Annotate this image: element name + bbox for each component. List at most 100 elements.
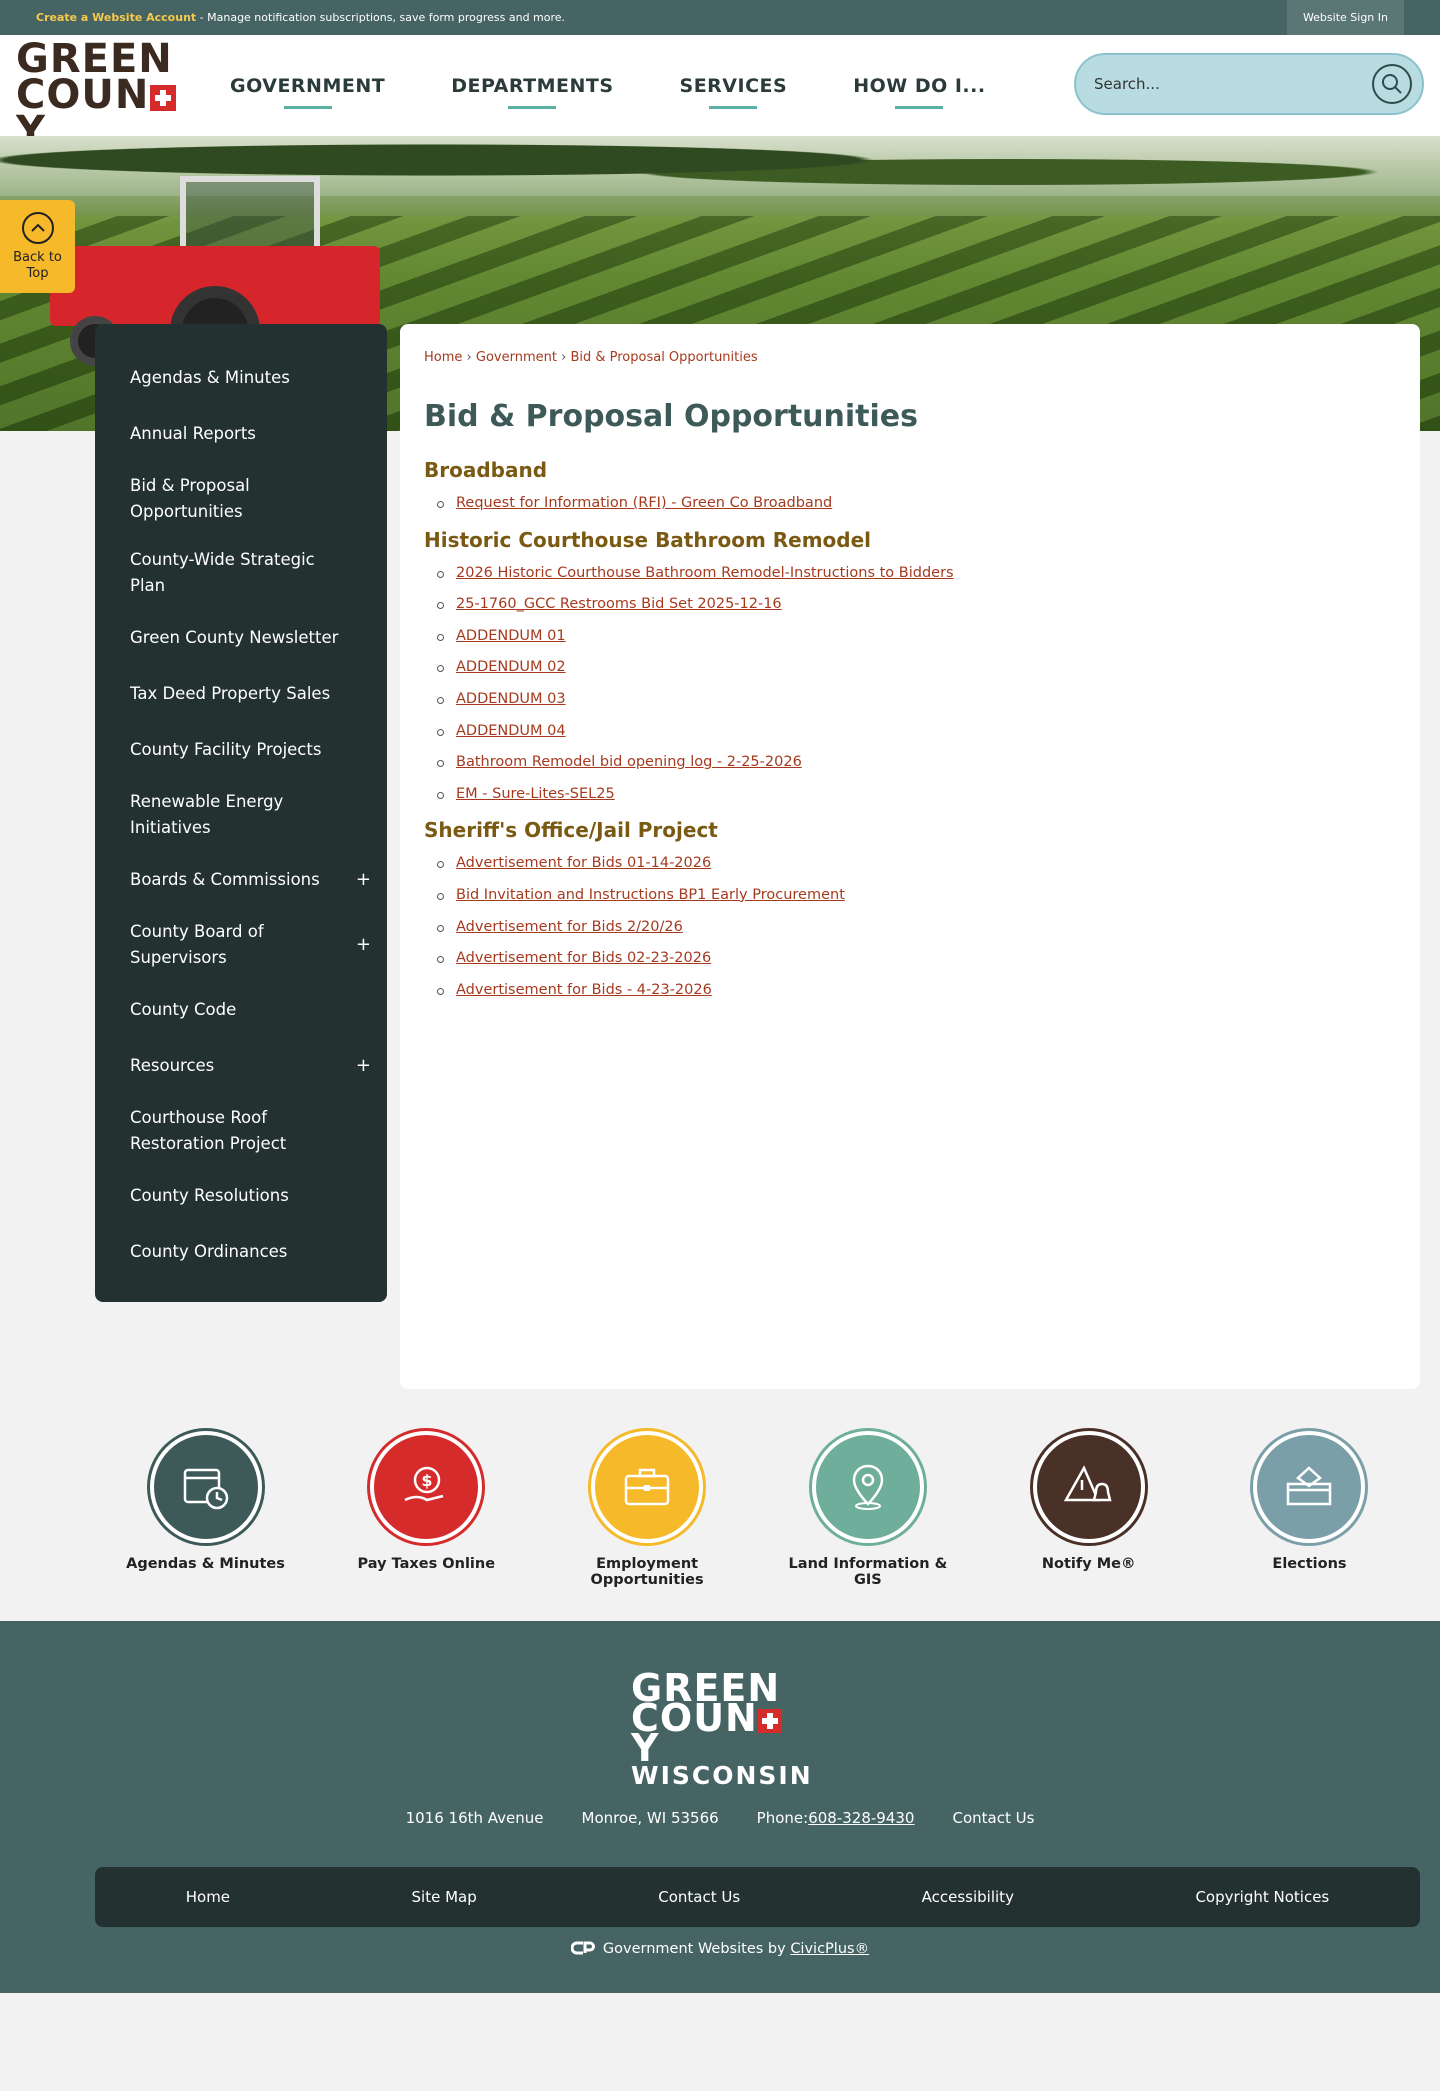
sidebar-item-label: County Ordinances — [130, 1242, 288, 1261]
search-input[interactable] — [1094, 75, 1364, 93]
breadcrumb-government[interactable]: Government — [476, 350, 557, 365]
footer-link-contact-us[interactable]: Contact Us — [658, 1888, 740, 1906]
breadcrumb-separator: › — [561, 350, 567, 365]
county-logo[interactable]: GREEN COUNY WISCONSIN — [16, 39, 202, 175]
quick-link-elections[interactable]: Elections — [1219, 1431, 1400, 1588]
sidebar-item-ordinances[interactable]: County Ordinances — [95, 1224, 387, 1280]
document-link[interactable]: ADDENDUM 02 — [437, 652, 1396, 684]
document-link[interactable]: Advertisement for Bids 01-14-2026 — [437, 848, 1396, 880]
nav-departments[interactable]: DEPARTMENTS — [451, 75, 613, 97]
sidebar-item-resources[interactable]: Resources + — [95, 1038, 387, 1094]
document-link[interactable]: ADDENDUM 01 — [437, 621, 1396, 653]
sidebar-item-annual-reports[interactable]: Annual Reports — [95, 406, 387, 462]
sidebar-item-renewable-energy[interactable]: Renewable Energy Initiatives — [95, 778, 387, 852]
account-message: Create a Website Account - Manage notifi… — [36, 11, 565, 24]
svg-text:$: $ — [422, 1471, 433, 1490]
sidebar-item-label: County-Wide Strategic Plan — [130, 550, 315, 595]
quick-link-label: Agendas & Minutes — [126, 1556, 285, 1572]
sidebar-item-tax-deed[interactable]: Tax Deed Property Sales — [95, 666, 387, 722]
sidebar-item-strategic-plan[interactable]: County-Wide Strategic Plan — [95, 536, 387, 610]
sidebar-item-roof-restoration[interactable]: Courthouse Roof Restoration Project — [95, 1094, 387, 1168]
breadcrumb-separator: › — [466, 350, 472, 365]
document-link[interactable]: Bathroom Remodel bid opening log - 2-25-… — [437, 747, 1396, 779]
top-bar: Create a Website Account - Manage notifi… — [0, 0, 1440, 35]
website-sign-in-button[interactable]: Website Sign In — [1286, 0, 1404, 35]
footer-phone-label: Phone: — [756, 1809, 809, 1827]
quick-link-notify-me[interactable]: Notify Me® — [998, 1431, 1179, 1588]
sidebar-item-label: County Board of Supervisors — [130, 922, 264, 967]
breadcrumb-current[interactable]: Bid & Proposal Opportunities — [570, 350, 757, 365]
civicplus-link[interactable]: CivicPlus® — [790, 1941, 869, 1957]
nav-how-do-i[interactable]: HOW DO I... — [853, 75, 985, 97]
section-sheriffs-office: Sheriff's Office/Jail Project Advertisem… — [424, 818, 1396, 1006]
quick-links: Agendas & Minutes $ Pay Taxes Online Emp… — [95, 1431, 1420, 1588]
footer-logo-line-3: WISCONSIN — [631, 1761, 813, 1790]
footer-phone-link[interactable]: 608-328-9430 — [808, 1809, 914, 1827]
quick-link-label: Employment Opportunities — [590, 1556, 704, 1588]
site-header: GREEN COUNY WISCONSIN GOVERNMENT DEPARTM… — [0, 35, 1440, 175]
document-link[interactable]: ADDENDUM 03 — [437, 684, 1396, 716]
document-link[interactable]: Bid Invitation and Instructions BP1 Earl… — [437, 880, 1396, 912]
search-icon — [1382, 74, 1402, 94]
document-link[interactable]: EM - Sure-Lites-SEL25 — [437, 779, 1396, 811]
sidebar-item-county-code[interactable]: County Code — [95, 982, 387, 1038]
link-list: Advertisement for Bids 01-14-2026 Bid In… — [424, 848, 1396, 1006]
sidebar-item-board-supervisors[interactable]: County Board of Supervisors + — [95, 908, 387, 982]
expand-plus-icon[interactable]: + — [356, 932, 371, 958]
document-link[interactable]: ADDENDUM 04 — [437, 716, 1396, 748]
quick-link-agendas[interactable]: Agendas & Minutes — [115, 1431, 296, 1588]
sidebar-item-resolutions[interactable]: County Resolutions — [95, 1168, 387, 1224]
quick-link-pay-taxes[interactable]: $ Pay Taxes Online — [336, 1431, 517, 1588]
breadcrumb: Home › Government › Bid & Proposal Oppor… — [424, 350, 1396, 365]
footer-logo-line-2: COUNY — [631, 1699, 809, 1767]
expand-plus-icon[interactable]: + — [356, 1053, 371, 1079]
document-link[interactable]: 25-1760_GCC Restrooms Bid Set 2025-12-16 — [437, 589, 1396, 621]
footer-contact-link[interactable]: Contact Us — [952, 1809, 1034, 1827]
sidebar-item-label: Green County Newsletter — [130, 628, 339, 647]
chevron-up-icon — [21, 211, 54, 244]
account-message-text: - Manage notification subscriptions, sav… — [196, 11, 566, 24]
content-panel: Home › Government › Bid & Proposal Oppor… — [400, 324, 1420, 1389]
nav-services[interactable]: SERVICES — [680, 75, 788, 97]
sidebar-item-label: Renewable Energy Initiatives — [130, 792, 284, 837]
sidebar-item-newsletter[interactable]: Green County Newsletter — [95, 610, 387, 666]
sidebar-item-label: Bid & Proposal Opportunities — [130, 476, 250, 521]
nav-government[interactable]: GOVERNMENT — [230, 75, 385, 97]
document-link[interactable]: Advertisement for Bids 02-23-2026 — [437, 943, 1396, 975]
main-area: Agendas & Minutes Annual Reports Bid & P… — [0, 324, 1440, 1621]
section-broadband: Broadband Request for Information (RFI) … — [424, 458, 1396, 520]
quick-link-employment[interactable]: Employment Opportunities — [557, 1431, 738, 1588]
sidebar-item-facility-projects[interactable]: County Facility Projects — [95, 722, 387, 778]
search-button[interactable] — [1372, 64, 1412, 104]
footer-logo[interactable]: GREEN COUNY WISCONSIN — [631, 1669, 813, 1790]
footer-link-copyright[interactable]: Copyright Notices — [1195, 1888, 1329, 1906]
back-to-top-line-1: Back to — [13, 249, 62, 265]
footer-link-home[interactable]: Home — [186, 1888, 230, 1906]
hand-dollar-icon: $ — [370, 1431, 483, 1543]
footer-address: 1016 16th Avenue Monroe, WI 53566 Phone:… — [0, 1809, 1440, 1827]
link-list: Request for Information (RFI) - Green Co… — [424, 488, 1396, 520]
create-account-link[interactable]: Create a Website Account — [36, 11, 196, 24]
back-to-top-button[interactable]: Back to Top — [0, 200, 75, 293]
breadcrumb-home[interactable]: Home — [424, 350, 462, 365]
briefcase-icon — [591, 1431, 704, 1543]
quick-link-land-gis[interactable]: Land Information & GIS — [777, 1431, 958, 1588]
sidebar-item-label: County Facility Projects — [130, 740, 322, 759]
sidebar-item-agendas-minutes[interactable]: Agendas & Minutes — [95, 350, 387, 406]
footer-street: 1016 16th Avenue — [405, 1809, 544, 1827]
footer-link-site-map[interactable]: Site Map — [412, 1888, 477, 1906]
sidebar-item-label: County Code — [130, 1000, 237, 1019]
civicplus-prefix: Government Websites by — [602, 1941, 791, 1957]
document-link[interactable]: Advertisement for Bids 2/20/26 — [437, 912, 1396, 944]
document-link[interactable]: 2026 Historic Courthouse Bathroom Remode… — [437, 558, 1396, 590]
link-list: 2026 Historic Courthouse Bathroom Remode… — [424, 558, 1396, 811]
back-to-top-line-2: Top — [26, 265, 49, 281]
sidebar-item-label: Resources — [130, 1056, 215, 1075]
sidebar-item-boards-commissions[interactable]: Boards & Commissions + — [95, 852, 387, 908]
sidebar-item-bid-proposal[interactable]: Bid & Proposal Opportunities — [95, 462, 387, 536]
document-link[interactable]: Request for Information (RFI) - Green Co… — [437, 488, 1396, 520]
document-link[interactable]: Advertisement for Bids - 4-23-2026 — [437, 975, 1396, 1007]
footer-link-accessibility[interactable]: Accessibility — [922, 1888, 1014, 1906]
footer-nav: Home Site Map Contact Us Accessibility C… — [95, 1867, 1420, 1927]
expand-plus-icon[interactable]: + — [356, 867, 371, 893]
